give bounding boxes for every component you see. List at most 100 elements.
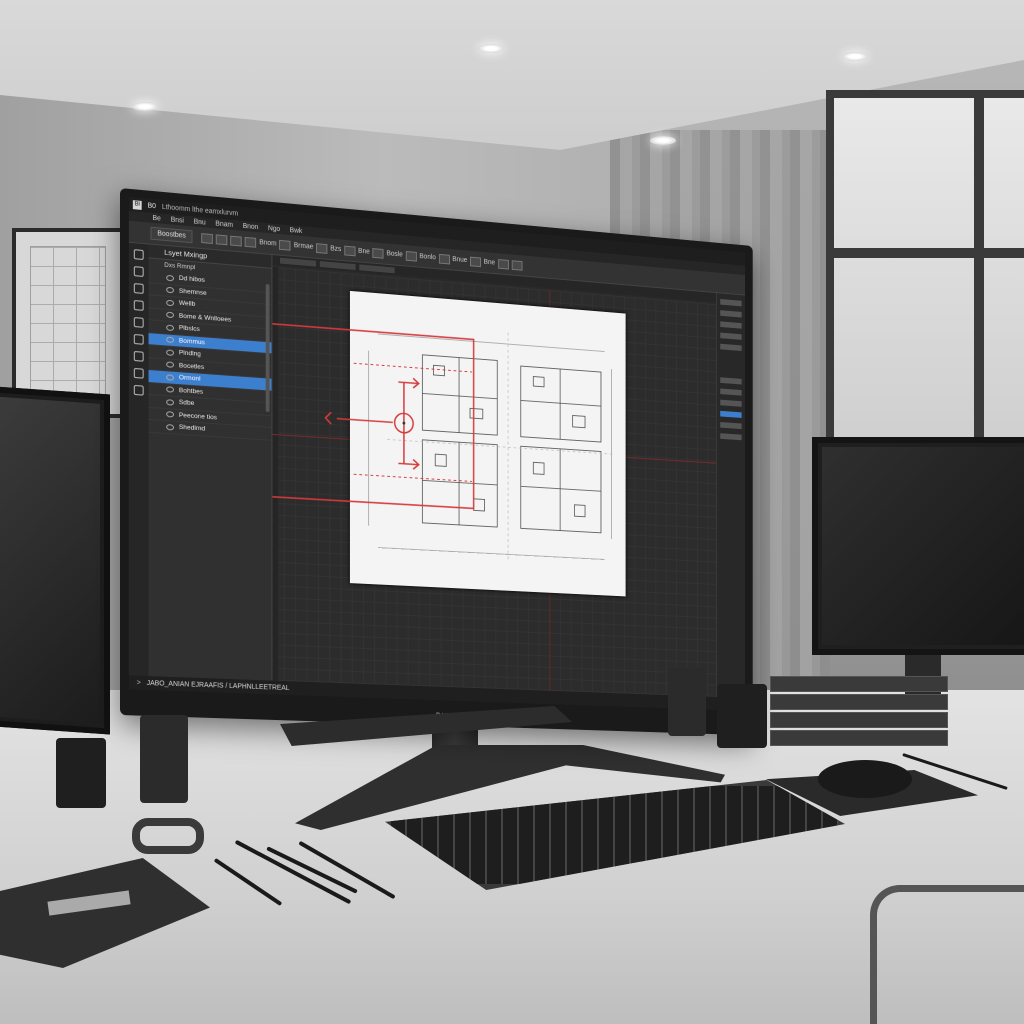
chair <box>870 885 1024 1024</box>
property-row[interactable] <box>720 422 742 430</box>
eye-icon[interactable] <box>166 274 174 282</box>
eye-icon[interactable] <box>166 336 174 344</box>
property-row-selected[interactable] <box>720 410 742 418</box>
command-prompt: > <box>136 679 141 687</box>
cursor-icon[interactable] <box>133 249 144 260</box>
window <box>826 90 1024 450</box>
menu-item[interactable]: Bnon <box>243 222 259 230</box>
pencil-cup <box>56 738 106 808</box>
ribbon-tool-label[interactable]: Bonlo <box>419 253 435 261</box>
ceiling-light <box>132 102 158 111</box>
tool-button[interactable] <box>438 253 450 264</box>
eye-icon[interactable] <box>166 299 174 307</box>
layer-label: Bohtbes <box>178 386 204 396</box>
tool-button[interactable] <box>372 247 384 259</box>
ceiling-light <box>478 44 504 53</box>
ribbon-tool-label[interactable]: Brmae <box>294 242 314 251</box>
main-monitor: Bl B0 Lthoomm lthe eamxlurvm Be Bnsi Bnu… <box>120 188 753 736</box>
zoom-icon[interactable] <box>133 351 144 362</box>
markup-overlay <box>272 267 655 600</box>
layer-label: Dd hibos <box>178 275 205 285</box>
grid-icon[interactable] <box>133 317 144 328</box>
property-row[interactable] <box>720 321 742 329</box>
eye-icon[interactable] <box>166 311 174 319</box>
property-row[interactable] <box>720 377 742 385</box>
tool-button[interactable] <box>230 235 242 247</box>
eye-icon[interactable] <box>166 286 174 294</box>
layer-list: Dd hibos Shemnse Wellb Bome & Wnlloees Plbsl… <box>148 270 272 441</box>
ceiling-light <box>842 52 868 61</box>
settings-icon[interactable] <box>133 367 144 379</box>
eye-icon[interactable] <box>166 411 174 418</box>
eye-icon[interactable] <box>166 349 174 356</box>
menu-item[interactable]: Bnsi <box>171 216 184 224</box>
tool-button[interactable] <box>344 245 356 256</box>
ribbon-tool-label[interactable]: Bosle <box>387 250 403 258</box>
property-row[interactable] <box>720 310 742 318</box>
layer-label: Bome & Wnlloees <box>178 312 232 324</box>
cad-application: Bl B0 Lthoomm lthe eamxlurvm Be Bnsi Bnu… <box>128 196 746 711</box>
property-row[interactable] <box>720 399 742 407</box>
cylinder <box>668 668 706 736</box>
layer-label: Shedlrnd <box>178 424 206 433</box>
layer-label: Peecone tios <box>178 411 218 422</box>
tool-iconbar <box>128 242 149 677</box>
command-text[interactable]: JABO_ANIAN EJRAAFIS / LAPHNLLEETREAL <box>147 679 290 691</box>
pen-icon[interactable] <box>133 300 144 311</box>
ribbon-tool-label[interactable]: Bnom <box>259 239 276 247</box>
menu-item[interactable]: Bnu <box>194 218 206 226</box>
eye-icon[interactable] <box>166 398 174 406</box>
ribbon-tool-label[interactable]: Bzs <box>330 245 341 253</box>
file-label: B0 <box>147 201 156 210</box>
layer-label: Bommus <box>178 337 205 347</box>
book-stack <box>770 676 948 748</box>
menu-item[interactable]: Bwk <box>290 227 303 235</box>
property-row[interactable] <box>720 332 742 340</box>
property-row[interactable] <box>720 388 742 396</box>
layer-manager-panel: Lsyet Mxingp Dxs Rmnpl Dd hibos Shemnse We… <box>148 244 273 681</box>
property-row[interactable] <box>720 343 742 352</box>
properties-panel <box>715 293 746 698</box>
eye-icon[interactable] <box>166 386 174 393</box>
tool-button[interactable] <box>215 233 228 245</box>
layer-label: Ormonl <box>178 374 201 383</box>
ceiling-light <box>650 136 676 145</box>
tool-button[interactable] <box>201 232 214 244</box>
tool-button[interactable] <box>497 258 509 270</box>
measure-icon[interactable] <box>133 384 144 396</box>
eye-icon[interactable] <box>166 324 174 331</box>
layer-label: Shemnse <box>178 287 207 297</box>
ribbon-tool-label[interactable]: Bnue <box>452 256 467 264</box>
panel-scrollbar[interactable] <box>265 283 270 413</box>
menu-item[interactable]: Ngo <box>268 225 280 233</box>
layer-label: Plbslcs <box>178 324 200 334</box>
move-icon[interactable] <box>133 334 144 345</box>
canvas-tab[interactable] <box>319 261 356 270</box>
app-icon: Bl <box>132 199 142 210</box>
eye-icon[interactable] <box>166 374 174 381</box>
eye-icon[interactable] <box>166 423 174 431</box>
tool-button[interactable] <box>316 242 328 254</box>
office-scene: Bl B0 Lthoomm lthe eamxlurvm Be Bnsi Bnu… <box>0 0 1024 1024</box>
eye-icon[interactable] <box>166 361 174 369</box>
tool-button[interactable] <box>405 250 417 262</box>
workspace: Lsyet Mxingp Dxs Rmnpl Dd hibos Shemnse We… <box>128 242 746 698</box>
layers-icon[interactable] <box>133 266 144 277</box>
canvas-tab[interactable] <box>359 264 395 274</box>
layer-label: Sdbe <box>178 399 195 408</box>
menu-item[interactable]: Be <box>152 214 160 222</box>
line-icon[interactable] <box>133 283 144 294</box>
ribbon-title[interactable]: Boostbes <box>150 226 193 244</box>
property-row[interactable] <box>720 298 742 307</box>
drawing-area <box>272 255 716 697</box>
property-row[interactable] <box>720 433 742 441</box>
tool-button[interactable] <box>279 239 291 251</box>
tool-button[interactable] <box>244 236 257 248</box>
tool-button[interactable] <box>470 256 481 267</box>
ribbon-tool-label[interactable]: Bne <box>484 259 495 267</box>
menu-item[interactable]: Bnam <box>215 220 233 228</box>
tool-button[interactable] <box>511 259 523 271</box>
canvas-tab[interactable] <box>280 257 317 267</box>
ribbon-tool-label[interactable]: Bne <box>358 248 370 256</box>
drawing-canvas[interactable] <box>272 266 716 697</box>
